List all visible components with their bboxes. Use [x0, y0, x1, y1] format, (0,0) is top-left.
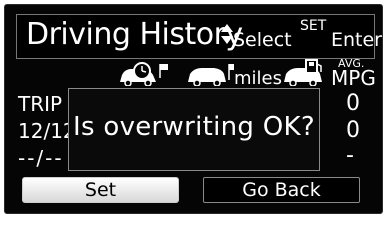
row-value-date: 0: [346, 118, 360, 143]
dialog-message: Is overwriting OK?: [72, 112, 315, 142]
display-screen: Driving History Select SET Enter miles A…: [0, 0, 387, 218]
page-title: Driving History: [26, 17, 243, 52]
row-value-empty: -: [346, 143, 354, 168]
header-bar: Driving History Select SET Enter: [16, 14, 382, 59]
row-label-empty: --/--: [18, 146, 64, 170]
miles-column-label: miles: [234, 68, 282, 89]
set-button[interactable]: Set: [22, 177, 179, 203]
row-value-trip: 0: [346, 91, 360, 116]
mpg-column-label: MPG: [331, 66, 376, 90]
enter-hint: Enter: [331, 29, 382, 51]
row-label-trip: TRIP: [18, 92, 63, 116]
row-label-date: 12/12: [18, 119, 76, 143]
select-hint: Select: [233, 29, 292, 51]
up-down-arrow-icon: [221, 24, 233, 44]
car-fuel-icon: [284, 59, 322, 86]
set-key-hint: SET: [300, 18, 327, 34]
overwrite-dialog: Is overwriting OK?: [68, 88, 320, 171]
car-flag-icon: [188, 64, 234, 86]
car-clock-icon: [120, 62, 168, 86]
go-back-button[interactable]: Go Back: [203, 177, 360, 203]
